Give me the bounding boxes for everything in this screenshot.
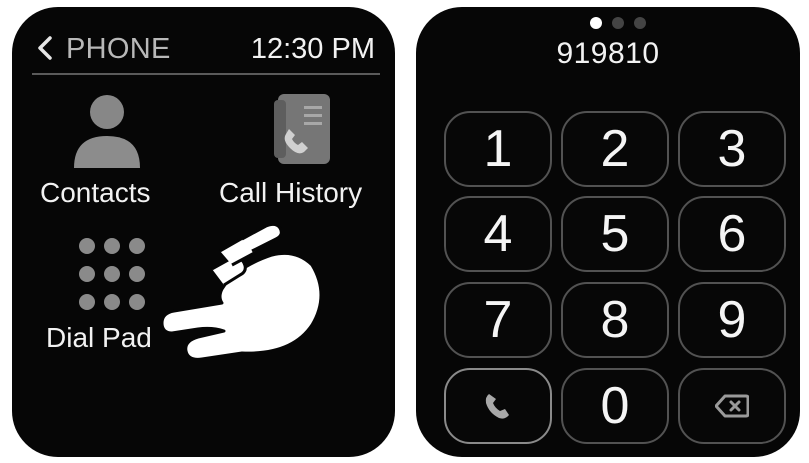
call-history-label: Call History	[219, 177, 363, 208]
call-button[interactable]	[444, 368, 552, 444]
page-indicator	[590, 17, 650, 29]
dialer-screen: 919810 1 2 3 4 5 6 7 8 9 0	[416, 7, 800, 457]
backspace-icon	[715, 394, 749, 418]
key-4[interactable]: 4	[444, 196, 552, 272]
key-7[interactable]: 7	[444, 282, 552, 358]
page-title: PHONE	[66, 33, 171, 65]
key-2[interactable]: 2	[561, 111, 669, 187]
chevron-left-icon[interactable]	[34, 31, 56, 65]
phone-menu-screen: PHONE 12:30 PM Contacts Call History Dia…	[12, 7, 395, 457]
phone-icon	[485, 394, 509, 419]
key-8[interactable]: 8	[561, 282, 669, 358]
call-log-icon	[274, 94, 330, 164]
key-5[interactable]: 5	[561, 196, 669, 272]
key-1[interactable]: 1	[444, 111, 552, 187]
header-bar: PHONE 12:30 PM	[12, 29, 395, 69]
header-divider	[32, 73, 380, 75]
person-icon	[74, 95, 140, 168]
dial-pad-label: Dial Pad	[46, 322, 152, 353]
pointing-hand-icon	[162, 225, 323, 361]
dialed-number-display: 919810	[556, 37, 660, 70]
key-0[interactable]: 0	[561, 368, 669, 444]
contacts-label: Contacts	[40, 177, 151, 208]
key-6[interactable]: 6	[678, 196, 786, 272]
page-dot	[612, 17, 624, 29]
key-9[interactable]: 9	[678, 282, 786, 358]
key-3[interactable]: 3	[678, 111, 786, 187]
page-dot-active	[590, 17, 602, 29]
dialpad-icon	[79, 238, 145, 310]
page-dot	[634, 17, 646, 29]
backspace-button[interactable]	[678, 368, 786, 444]
clock-time: 12:30 PM	[250, 33, 375, 65]
